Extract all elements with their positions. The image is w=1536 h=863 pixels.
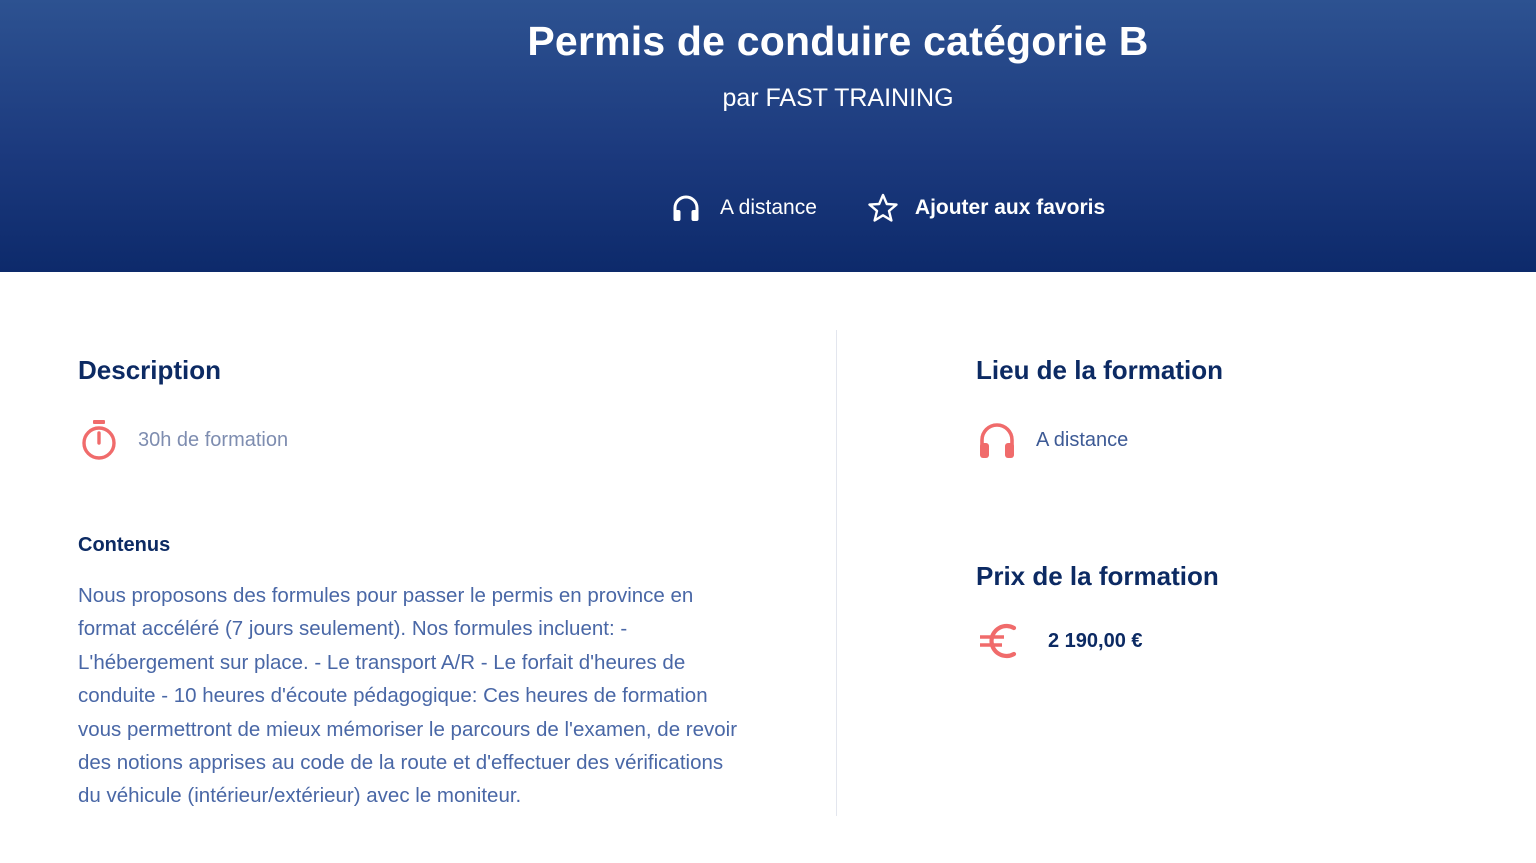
duration-row: 30h de formation [78, 418, 738, 462]
description-title: Description [78, 355, 222, 385]
headphones-icon [670, 192, 702, 224]
course-header: Permis de conduire catégorie B par FAST … [0, 0, 1536, 272]
location-row: A distance [976, 418, 1436, 462]
contents-heading: Contenus [78, 534, 171, 556]
price-title: Prix de la formation [976, 561, 1219, 591]
course-details: Description 30h de formation Contenus No… [0, 272, 1536, 863]
headphones-icon [976, 418, 1018, 462]
stopwatch-icon [78, 418, 120, 462]
mode-indicator: A distance [670, 192, 817, 224]
course-provider: par FAST TRAINING [722, 84, 954, 112]
location-title: Lieu de la formation [976, 355, 1224, 385]
euro-icon [976, 617, 1024, 665]
mode-label: A distance [720, 196, 817, 219]
description-section: Description 30h de formation Contenus No… [78, 352, 738, 813]
header-actions: A distance Ajouter aux favoris [670, 192, 1105, 224]
favorite-label: Ajouter aux favoris [914, 196, 1106, 219]
contents-text: Nous proposons des formules pour passer … [78, 584, 738, 808]
add-to-favorites-button[interactable]: Ajouter aux favoris [867, 192, 1105, 224]
location-text: A distance [1036, 428, 1129, 451]
duration-text: 30h de formation [138, 428, 289, 451]
course-title: Permis de conduire catégorie B [527, 18, 1149, 64]
column-divider [836, 330, 837, 816]
star-icon [867, 192, 899, 224]
price-row: 2 190,00 € [976, 616, 1436, 666]
price-value: 2 190,00 € [1048, 629, 1143, 652]
location-price-section: Lieu de la formation A distance Prix de … [976, 352, 1436, 666]
